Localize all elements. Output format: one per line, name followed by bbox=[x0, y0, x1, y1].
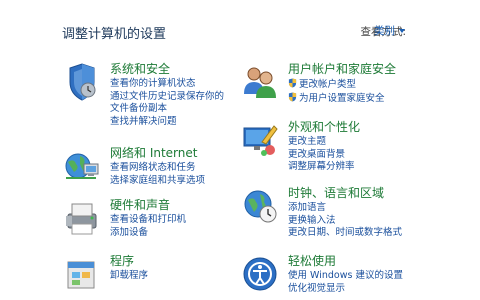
page-title: 调整计算机的设置 bbox=[62, 27, 167, 42]
link-label[interactable]: 更改帐户类型 bbox=[299, 79, 356, 90]
category-title[interactable]: 硬件和声音 bbox=[110, 198, 186, 213]
category-title[interactable]: 轻松使用 bbox=[288, 254, 403, 269]
link-label[interactable]: 为用户设置家庭安全 bbox=[299, 93, 385, 104]
link-view-computer-status[interactable]: 查看你的计算机状态 bbox=[110, 78, 224, 91]
link-date-time-format[interactable]: 更改日期、时间或数字格式 bbox=[288, 227, 402, 240]
category-title[interactable]: 系统和安全 bbox=[110, 62, 224, 77]
programs-icon[interactable] bbox=[62, 254, 102, 294]
chevron-down-icon[interactable] bbox=[399, 28, 405, 33]
category-title[interactable]: 程序 bbox=[110, 254, 148, 269]
view-by-value[interactable]: 类别 bbox=[374, 23, 395, 38]
shield-icon[interactable] bbox=[62, 62, 102, 102]
users-icon[interactable] bbox=[240, 62, 280, 102]
globe-network-icon[interactable] bbox=[62, 146, 102, 186]
link-homegroup[interactable]: 选择家庭组和共享选项 bbox=[110, 175, 205, 188]
personalization-icon[interactable] bbox=[240, 120, 280, 160]
uac-shield-icon bbox=[288, 92, 297, 101]
link-troubleshoot[interactable]: 查找并解决问题 bbox=[110, 116, 224, 129]
category-title[interactable]: 网络和 Internet bbox=[110, 146, 205, 161]
uac-shield-icon bbox=[288, 78, 297, 88]
link-windows-suggested-settings[interactable]: 使用 Windows 建议的设置 bbox=[288, 270, 403, 283]
link-uninstall[interactable]: 卸载程序 bbox=[110, 270, 148, 283]
printer-icon[interactable] bbox=[62, 198, 102, 238]
link-add-language[interactable]: 添加语言 bbox=[288, 202, 402, 215]
link-change-account-type[interactable]: 更改帐户类型 bbox=[288, 78, 396, 92]
link-change-theme[interactable]: 更改主题 bbox=[288, 136, 360, 149]
link-file-history-cont[interactable]: 文件备份副本 bbox=[110, 103, 224, 116]
link-change-input[interactable]: 更换输入法 bbox=[288, 215, 402, 228]
link-devices-printers[interactable]: 查看设备和打印机 bbox=[110, 214, 186, 227]
ease-of-access-icon[interactable] bbox=[240, 254, 280, 294]
link-desktop-background[interactable]: 更改桌面背景 bbox=[288, 149, 360, 162]
control-panel-page: 调整计算机的设置 查看方式: 类别 系统和安全 查看你的计算机状态 通过文件历史… bbox=[0, 0, 480, 300]
link-network-status[interactable]: 查看网络状态和任务 bbox=[110, 162, 205, 175]
link-family-safety[interactable]: 为用户设置家庭安全 bbox=[288, 92, 396, 106]
link-optimize-visual-display[interactable]: 优化视觉显示 bbox=[288, 283, 403, 296]
link-file-history[interactable]: 通过文件历史记录保存你的 bbox=[110, 91, 224, 104]
category-title[interactable]: 外观和个性化 bbox=[288, 120, 360, 135]
category-title[interactable]: 用户帐户和家庭安全 bbox=[288, 62, 396, 77]
link-screen-resolution[interactable]: 调整屏幕分辨率 bbox=[288, 161, 360, 174]
view-by-dropdown[interactable]: 类别 bbox=[374, 23, 405, 38]
clock-globe-icon[interactable] bbox=[240, 186, 280, 226]
category-title[interactable]: 时钟、语言和区域 bbox=[288, 186, 402, 201]
link-add-device[interactable]: 添加设备 bbox=[110, 227, 186, 240]
